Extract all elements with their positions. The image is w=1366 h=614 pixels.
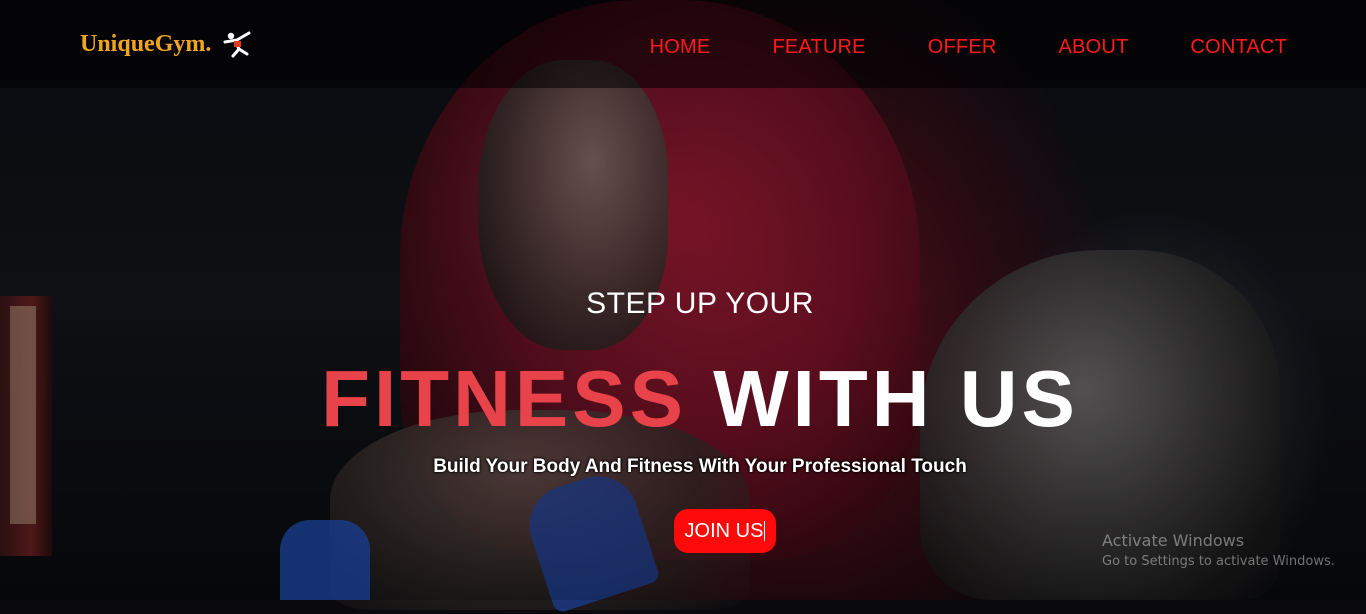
brand[interactable]: UniqueGym.	[80, 28, 255, 60]
join-us-button[interactable]: JOIN US	[674, 509, 776, 553]
nav-about[interactable]: ABOUT	[1059, 36, 1129, 59]
hero-title-highlight: FITNESS	[321, 354, 687, 443]
brand-name: UniqueGym.	[80, 30, 212, 57]
hero-subtitle: Build Your Body And Fitness With Your Pr…	[433, 456, 967, 477]
text-cursor	[764, 521, 766, 541]
join-us-label: JOIN US	[684, 519, 764, 542]
gymnast-icon	[223, 31, 251, 58]
watermark-subtitle: Go to Settings to activate Windows.	[1102, 554, 1335, 569]
nav-contact[interactable]: CONTACT	[1190, 36, 1287, 59]
main-nav: HOME FEATURE OFFER ABOUT CONTACT	[650, 36, 1287, 59]
navbar: UniqueGym. HOME FEATURE OFFER ABOUT CONT…	[0, 0, 1366, 88]
windows-activation-watermark: Activate Windows Go to Settings to activ…	[1102, 530, 1335, 572]
watermark-title: Activate Windows	[1102, 531, 1245, 550]
hero-kicker: STEP UP YOUR	[586, 287, 814, 320]
hero-title-rest: WITH US	[713, 354, 1079, 443]
nav-offer[interactable]: OFFER	[928, 36, 997, 59]
hero-title: FITNESS WITH US	[0, 356, 1366, 442]
nav-feature[interactable]: FEATURE	[772, 36, 865, 59]
nav-home[interactable]: HOME	[650, 36, 711, 59]
